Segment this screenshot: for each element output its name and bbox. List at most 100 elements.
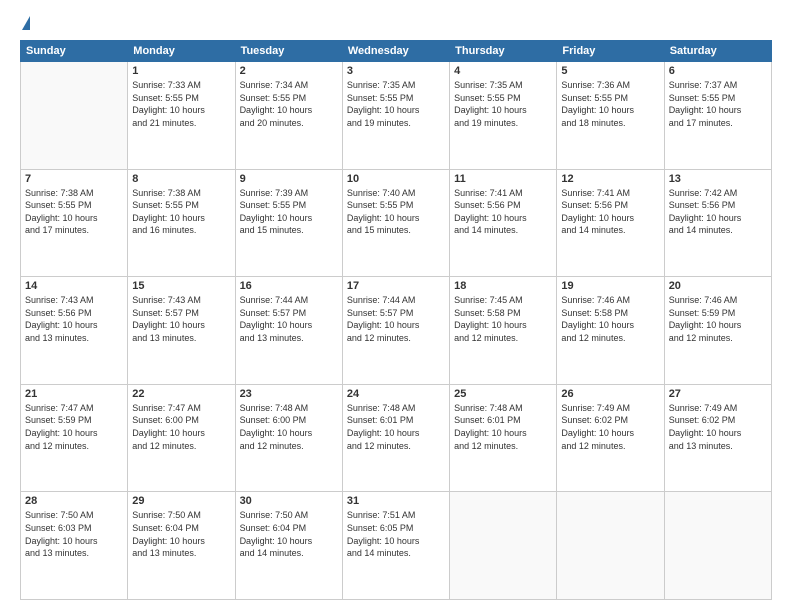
day-number: 2: [240, 65, 338, 77]
day-info: Sunrise: 7:45 AMSunset: 5:58 PMDaylight:…: [454, 294, 552, 344]
day-info: Sunrise: 7:44 AMSunset: 5:57 PMDaylight:…: [240, 294, 338, 344]
day-info: Sunrise: 7:38 AMSunset: 5:55 PMDaylight:…: [25, 187, 123, 237]
calendar-cell: 25Sunrise: 7:48 AMSunset: 6:01 PMDayligh…: [450, 384, 557, 492]
day-info: Sunrise: 7:38 AMSunset: 5:55 PMDaylight:…: [132, 187, 230, 237]
calendar-cell: 30 Sunrise: 7:50 AMSunset: 6:04 PMDayligh…: [235, 492, 342, 600]
calendar-cell: 1 Sunrise: 7:33 AMSunset: 5:55 PMDaylight…: [128, 62, 235, 170]
day-number: 12: [561, 173, 659, 185]
day-number: 13: [669, 173, 767, 185]
day-info: Sunrise: 7:51 AMSunset: 6:05 PMDaylight:…: [347, 509, 445, 559]
day-info: Sunrise: 7:41 AMSunset: 5:56 PMDaylight:…: [454, 187, 552, 237]
day-info: Sunrise: 7:50 AMSunset: 6:04 PMDaylight:…: [132, 509, 230, 559]
day-number: 8: [132, 173, 230, 185]
page: SundayMondayTuesdayWednesdayThursdayFrid…: [0, 0, 792, 612]
logo: [20, 18, 30, 30]
weekday-header-thursday: Thursday: [450, 41, 557, 62]
day-number: 10: [347, 173, 445, 185]
week-row-3: 14Sunrise: 7:43 AMSunset: 5:56 PMDayligh…: [21, 277, 772, 385]
day-info: Sunrise: 7:46 AMSunset: 5:58 PMDaylight:…: [561, 294, 659, 344]
day-number: 19: [561, 280, 659, 292]
calendar-cell: [450, 492, 557, 600]
calendar-cell: 26Sunrise: 7:49 AMSunset: 6:02 PMDayligh…: [557, 384, 664, 492]
day-number: 9: [240, 173, 338, 185]
calendar-cell: [664, 492, 771, 600]
calendar-cell: 17 Sunrise: 7:44 AMSunset: 5:57 PMDayligh…: [342, 277, 449, 385]
day-info: Sunrise: 7:33 AMSunset: 5:55 PMDaylight:…: [132, 79, 230, 129]
day-info: Sunrise: 7:48 AMSunset: 6:01 PMDaylight:…: [454, 402, 552, 452]
calendar-cell: 8 Sunrise: 7:38 AMSunset: 5:55 PMDaylight…: [128, 169, 235, 277]
day-number: 21: [25, 388, 123, 400]
calendar-cell: 28Sunrise: 7:50 AMSunset: 6:03 PMDayligh…: [21, 492, 128, 600]
logo-triangle-icon: [22, 16, 30, 30]
day-number: 4: [454, 65, 552, 77]
day-number: 1: [132, 65, 230, 77]
calendar-cell: 12Sunrise: 7:41 AMSunset: 5:56 PMDayligh…: [557, 169, 664, 277]
day-info: Sunrise: 7:48 AMSunset: 6:00 PMDaylight:…: [240, 402, 338, 452]
calendar-cell: 22Sunrise: 7:47 AMSunset: 6:00 PMDayligh…: [128, 384, 235, 492]
day-number: 30: [240, 495, 338, 507]
calendar-cell: 31 Sunrise: 7:51 AMSunset: 6:05 PMDayligh…: [342, 492, 449, 600]
day-number: 15: [132, 280, 230, 292]
day-info: Sunrise: 7:40 AMSunset: 5:55 PMDaylight:…: [347, 187, 445, 237]
calendar-cell: 13Sunrise: 7:42 AMSunset: 5:56 PMDayligh…: [664, 169, 771, 277]
day-number: 3: [347, 65, 445, 77]
week-row-2: 7 Sunrise: 7:38 AMSunset: 5:55 PMDaylight…: [21, 169, 772, 277]
weekday-header-friday: Friday: [557, 41, 664, 62]
calendar-cell: 9 Sunrise: 7:39 AMSunset: 5:55 PMDaylight…: [235, 169, 342, 277]
day-info: Sunrise: 7:35 AMSunset: 5:55 PMDaylight:…: [347, 79, 445, 129]
weekday-header-sunday: Sunday: [21, 41, 128, 62]
day-info: Sunrise: 7:49 AMSunset: 6:02 PMDaylight:…: [669, 402, 767, 452]
day-number: 27: [669, 388, 767, 400]
day-info: Sunrise: 7:36 AMSunset: 5:55 PMDaylight:…: [561, 79, 659, 129]
calendar-cell: 6 Sunrise: 7:37 AMSunset: 5:55 PMDaylight…: [664, 62, 771, 170]
calendar-cell: 16 Sunrise: 7:44 AMSunset: 5:57 PMDayligh…: [235, 277, 342, 385]
weekday-header-saturday: Saturday: [664, 41, 771, 62]
logo-text: [20, 18, 30, 30]
weekday-header-row: SundayMondayTuesdayWednesdayThursdayFrid…: [21, 41, 772, 62]
calendar-cell: 21 Sunrise: 7:47 AMSunset: 5:59 PMDayligh…: [21, 384, 128, 492]
calendar-cell: 3 Sunrise: 7:35 AMSunset: 5:55 PMDaylight…: [342, 62, 449, 170]
day-info: Sunrise: 7:46 AMSunset: 5:59 PMDaylight:…: [669, 294, 767, 344]
header: [20, 18, 772, 30]
calendar-cell: 24Sunrise: 7:48 AMSunset: 6:01 PMDayligh…: [342, 384, 449, 492]
day-number: 22: [132, 388, 230, 400]
calendar-cell: 2 Sunrise: 7:34 AMSunset: 5:55 PMDaylight…: [235, 62, 342, 170]
weekday-header-wednesday: Wednesday: [342, 41, 449, 62]
day-number: 26: [561, 388, 659, 400]
day-info: Sunrise: 7:39 AMSunset: 5:55 PMDaylight:…: [240, 187, 338, 237]
day-number: 29: [132, 495, 230, 507]
day-info: Sunrise: 7:44 AMSunset: 5:57 PMDaylight:…: [347, 294, 445, 344]
calendar-cell: 4 Sunrise: 7:35 AMSunset: 5:55 PMDaylight…: [450, 62, 557, 170]
calendar-cell: 19 Sunrise: 7:46 AMSunset: 5:58 PMDayligh…: [557, 277, 664, 385]
day-info: Sunrise: 7:50 AMSunset: 6:04 PMDaylight:…: [240, 509, 338, 559]
calendar-cell: 18 Sunrise: 7:45 AMSunset: 5:58 PMDayligh…: [450, 277, 557, 385]
day-info: Sunrise: 7:34 AMSunset: 5:55 PMDaylight:…: [240, 79, 338, 129]
calendar-table: SundayMondayTuesdayWednesdayThursdayFrid…: [20, 40, 772, 600]
calendar-cell: 11 Sunrise: 7:41 AMSunset: 5:56 PMDayligh…: [450, 169, 557, 277]
calendar-cell: 15 Sunrise: 7:43 AMSunset: 5:57 PMDayligh…: [128, 277, 235, 385]
day-info: Sunrise: 7:43 AMSunset: 5:56 PMDaylight:…: [25, 294, 123, 344]
calendar-cell: 29 Sunrise: 7:50 AMSunset: 6:04 PMDayligh…: [128, 492, 235, 600]
calendar-cell: 27 Sunrise: 7:49 AMSunset: 6:02 PMDayligh…: [664, 384, 771, 492]
day-number: 17: [347, 280, 445, 292]
day-info: Sunrise: 7:50 AMSunset: 6:03 PMDaylight:…: [25, 509, 123, 559]
day-info: Sunrise: 7:35 AMSunset: 5:55 PMDaylight:…: [454, 79, 552, 129]
day-info: Sunrise: 7:37 AMSunset: 5:55 PMDaylight:…: [669, 79, 767, 129]
day-number: 6: [669, 65, 767, 77]
day-number: 7: [25, 173, 123, 185]
day-info: Sunrise: 7:43 AMSunset: 5:57 PMDaylight:…: [132, 294, 230, 344]
day-number: 23: [240, 388, 338, 400]
calendar-cell: 10 Sunrise: 7:40 AMSunset: 5:55 PMDayligh…: [342, 169, 449, 277]
day-number: 31: [347, 495, 445, 507]
week-row-4: 21 Sunrise: 7:47 AMSunset: 5:59 PMDayligh…: [21, 384, 772, 492]
calendar-cell: 14Sunrise: 7:43 AMSunset: 5:56 PMDayligh…: [21, 277, 128, 385]
day-number: 16: [240, 280, 338, 292]
day-number: 20: [669, 280, 767, 292]
day-number: 11: [454, 173, 552, 185]
calendar-cell: 23 Sunrise: 7:48 AMSunset: 6:00 PMDayligh…: [235, 384, 342, 492]
day-number: 18: [454, 280, 552, 292]
weekday-header-monday: Monday: [128, 41, 235, 62]
weekday-header-tuesday: Tuesday: [235, 41, 342, 62]
day-info: Sunrise: 7:47 AMSunset: 5:59 PMDaylight:…: [25, 402, 123, 452]
calendar-cell: [557, 492, 664, 600]
